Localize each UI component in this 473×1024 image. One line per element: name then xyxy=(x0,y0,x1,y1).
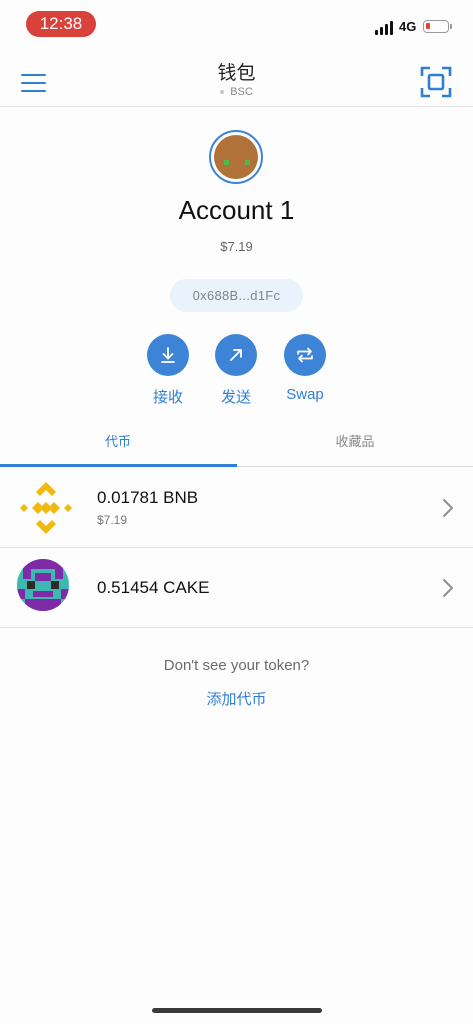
send-arrow-icon xyxy=(230,349,242,361)
account-address-pill[interactable]: 0x688B...d1Fc xyxy=(170,279,303,312)
account-name[interactable]: Account 1 xyxy=(0,195,473,226)
token-row-cake[interactable]: 0.51454 CAKE xyxy=(0,548,473,628)
receive-arrow-icon xyxy=(161,347,175,363)
send-button[interactable]: 发送 xyxy=(201,334,271,407)
token-fiat-value: $7.19 xyxy=(97,513,128,527)
network-type: 4G xyxy=(399,19,417,34)
page-title: 钱包 xyxy=(217,63,256,84)
chevron-right-icon xyxy=(443,579,453,597)
bnb-logo-icon xyxy=(20,482,72,534)
receive-button[interactable]: 接收 xyxy=(133,334,203,407)
signal-icon xyxy=(375,21,395,35)
network-dot-icon xyxy=(220,90,225,95)
receive-label: 接收 xyxy=(152,389,183,406)
battery-icon xyxy=(423,20,452,33)
token-amount: 0.51454 CAKE xyxy=(97,578,210,597)
cake-logo-icon xyxy=(17,559,69,611)
account-balance: $7.19 xyxy=(220,239,253,254)
header-divider xyxy=(0,106,473,107)
token-row-bnb[interactable]: 0.01781 BNB $7.19 xyxy=(0,468,473,548)
account-avatar[interactable] xyxy=(209,130,263,184)
token-amount: 0.01781 BNB xyxy=(97,488,199,507)
qr-scan-icon[interactable] xyxy=(420,66,452,98)
tab-tokens[interactable]: 代币 xyxy=(0,431,236,450)
add-token-link[interactable]: 添加代币 xyxy=(0,688,473,709)
swap-button[interactable]: Swap xyxy=(270,334,340,403)
swap-label: Swap xyxy=(286,386,324,403)
missing-token-prompt: Don't see your token? xyxy=(163,657,310,674)
send-label: 发送 xyxy=(220,389,251,406)
network-label: BSC xyxy=(230,86,253,98)
network-indicator[interactable]: BSC xyxy=(0,86,473,98)
chevron-right-icon xyxy=(443,499,453,517)
swap-icon xyxy=(297,347,313,363)
status-time: 12:38 xyxy=(26,11,96,37)
tab-active-indicator xyxy=(0,464,237,467)
tab-collectibles[interactable]: 收藏品 xyxy=(237,431,473,450)
home-indicator[interactable] xyxy=(152,1008,322,1013)
